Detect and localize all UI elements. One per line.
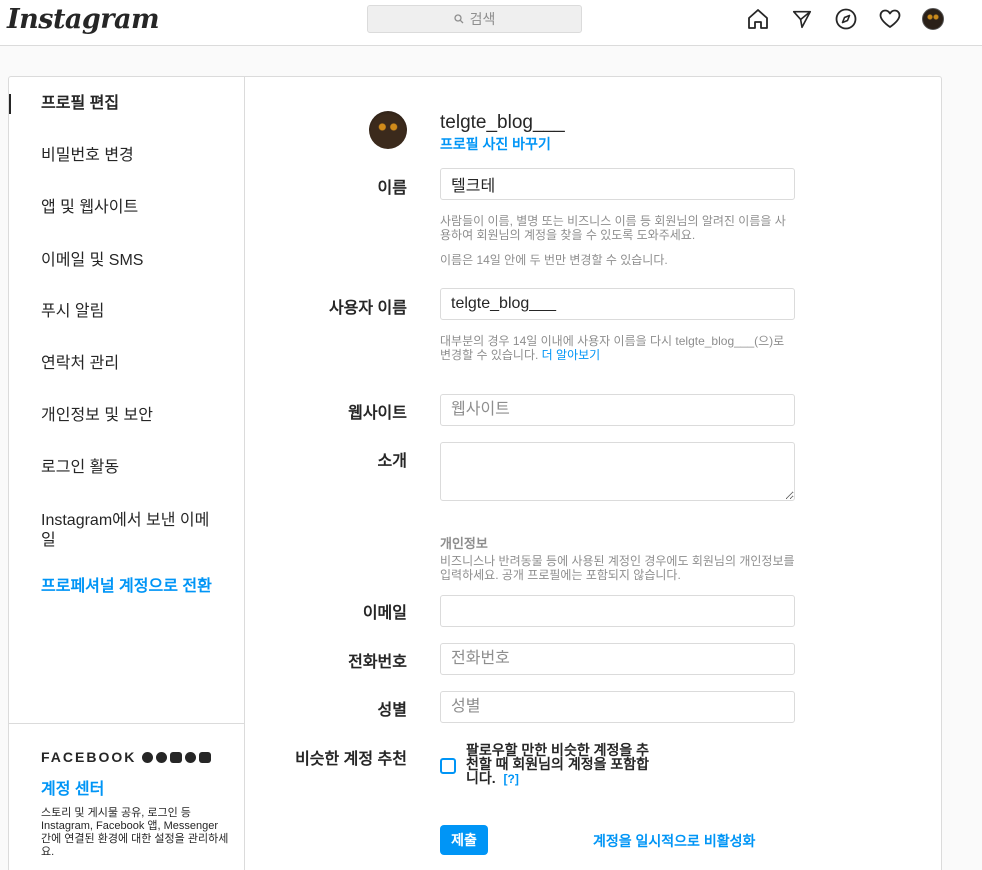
- whatsapp-icon: [185, 751, 197, 763]
- profile-avatar-icon[interactable]: [922, 8, 944, 30]
- facebook-icon: [142, 751, 154, 763]
- accounts-center-link[interactable]: 계정 센터: [41, 775, 231, 799]
- similar-accounts-checkbox[interactable]: [440, 758, 456, 774]
- private-info-help: 비즈니스나 반려동물 등에 사용된 계정인 경우에도 회원님의 개인정보를 입력…: [440, 554, 795, 582]
- username-label: 사용자 이름: [328, 300, 407, 317]
- email-label: 이메일: [362, 605, 407, 622]
- name-help-text: 사람들이 이름, 별명 또는 비즈니스 이름 등 회원님의 알려진 이름을 사용…: [440, 214, 786, 242]
- similar-accounts-text: 팔로우할 만한 비슷한 계정을 추천할 때 회원님의 계정을 포함합니다. [?…: [466, 743, 660, 786]
- sidebar-item-apps-websites[interactable]: 앱 및 웹사이트: [9, 198, 245, 218]
- name-input[interactable]: [440, 168, 795, 200]
- facebook-title: FACEBOOK: [41, 749, 231, 765]
- sidebar-item-switch-professional[interactable]: 프로페셔널 계정으로 전환: [9, 577, 245, 597]
- website-input[interactable]: [440, 394, 795, 426]
- username-help-body: 대부분의 경우 14일 이내에 사용자 이름을 다시 telgte_blog__…: [440, 334, 785, 362]
- search-placeholder: 검색: [469, 11, 496, 27]
- home-icon[interactable]: [746, 6, 770, 32]
- nav-icons: [746, 6, 944, 32]
- sidebar-item-manage-contacts[interactable]: 연락처 관리: [9, 354, 245, 374]
- private-info-title: 개인정보: [440, 536, 488, 551]
- profile-avatar[interactable]: [369, 111, 407, 149]
- sidebar-item-change-password[interactable]: 비밀번호 변경: [9, 146, 245, 166]
- phone-label: 전화번호: [348, 654, 407, 671]
- sidebar-item-privacy-security[interactable]: 개인정보 및 보안: [9, 406, 245, 426]
- settings-card: 프로필 편집 비밀번호 변경 앱 및 웹사이트 이메일 및 SMS 푸시 알림 …: [8, 76, 942, 870]
- submit-button[interactable]: 제출: [440, 825, 488, 855]
- similar-accounts-option: 팔로우할 만한 비슷한 계정을 추천할 때 회원님의 계정을 포함합니다. [?…: [440, 743, 660, 786]
- deactivate-account-link[interactable]: 계정을 일시적으로 비활성화: [593, 831, 755, 851]
- heart-icon[interactable]: [878, 6, 902, 32]
- bio-textarea[interactable]: [440, 442, 795, 501]
- compass-icon[interactable]: [834, 6, 858, 32]
- name-change-limit-text: 이름은 14일 안에 두 번만 변경할 수 있습니다.: [440, 253, 668, 267]
- sidebar-item-emails-from-instagram[interactable]: Instagram에서 보낸 이메일: [9, 511, 224, 551]
- gender-input[interactable]: [440, 691, 795, 723]
- profile-username: telgte_blog___: [440, 112, 565, 133]
- sidebar-divider: [9, 723, 244, 724]
- learn-more-link[interactable]: 더 알아보기: [542, 348, 601, 362]
- messenger-icon: [156, 751, 168, 763]
- accounts-center-description: 스토리 및 게시물 공유, 로그인 등 Instagram, Facebook …: [41, 807, 229, 858]
- top-navigation-bar: Instagram 검색: [0, 0, 982, 46]
- username-help-text: 대부분의 경우 14일 이내에 사용자 이름을 다시 telgte_blog__…: [440, 334, 795, 362]
- sidebar-item-login-activity[interactable]: 로그인 활동: [9, 458, 245, 478]
- facebook-accounts-center: FACEBOOK 계정 센터 스토리 및 게시물 공유, 로그인 등 Insta…: [41, 749, 231, 859]
- email-input[interactable]: [440, 595, 795, 627]
- portal-icon: [199, 751, 212, 763]
- change-profile-photo-link[interactable]: 프로필 사진 바꾸기: [440, 134, 551, 154]
- sidebar-item-email-sms[interactable]: 이메일 및 SMS: [9, 251, 245, 271]
- similar-accounts-label: 비슷한 계정 추천: [295, 751, 407, 768]
- sidebar-item-edit-profile[interactable]: 프로필 편집: [9, 94, 245, 114]
- similar-accounts-description: 팔로우할 만한 비슷한 계정을 추천할 때 회원님의 계정을 포함합니다.: [466, 742, 649, 786]
- search-icon: [453, 14, 464, 24]
- phone-input[interactable]: [440, 643, 795, 675]
- gender-label: 성별: [377, 702, 407, 719]
- instagram-icon: [170, 751, 183, 763]
- sidebar-item-push-notifications[interactable]: 푸시 알림: [9, 302, 245, 322]
- facebook-app-icons: [142, 751, 212, 763]
- bio-label: 소개: [377, 453, 407, 470]
- facebook-label: FACEBOOK: [41, 749, 137, 765]
- website-label: 웹사이트: [348, 405, 407, 422]
- name-label: 이름: [377, 180, 407, 197]
- settings-sidebar: 프로필 편집 비밀번호 변경 앱 및 웹사이트 이메일 및 SMS 푸시 알림 …: [9, 77, 245, 870]
- paper-plane-icon[interactable]: [790, 6, 814, 32]
- similar-accounts-help-link[interactable]: [?]: [504, 772, 519, 786]
- username-input[interactable]: [440, 288, 795, 320]
- search-box[interactable]: 검색: [367, 5, 582, 33]
- instagram-logo[interactable]: Instagram: [7, 4, 160, 35]
